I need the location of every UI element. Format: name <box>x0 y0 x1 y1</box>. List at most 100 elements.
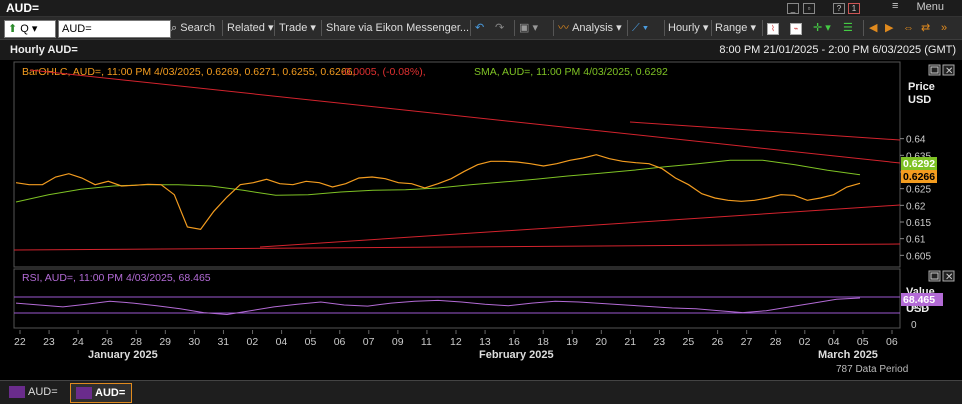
redo-icon[interactable]: ↷ <box>495 20 504 36</box>
month-label-mar: March 2025 <box>818 349 878 361</box>
trade-label: Trade <box>279 22 308 34</box>
price-tick-label: 0.62 <box>906 201 926 212</box>
x-tick-label: 18 <box>537 336 549 348</box>
rsi-panel-maximize-icon[interactable] <box>928 270 941 282</box>
chart-date-range: 8:00 PM 21/01/2025 - 2:00 PM 6/03/2025 (… <box>719 44 956 56</box>
price-tick-label: 0.615 <box>906 218 931 229</box>
price-panel-close-icon[interactable]: ✕ <box>942 64 955 77</box>
chart-icon <box>76 387 92 399</box>
price-tick-label: 0.625 <box>906 185 931 196</box>
x-tick-label: 06 <box>334 336 346 348</box>
month-label-jan: January 2025 <box>88 349 158 361</box>
scroll-right-icon[interactable]: ▶ <box>885 20 893 36</box>
x-tick-label: 28 <box>130 336 142 348</box>
tab-aud-2[interactable]: AUD= <box>70 383 133 403</box>
chart-type-icon[interactable]: ⌇ <box>767 20 779 36</box>
svg-text:✕: ✕ <box>945 66 953 77</box>
rsi-badge: 68.465 <box>901 293 943 306</box>
menu-dots-icon[interactable]: ≡ <box>892 0 898 12</box>
rsi-tick-0: 0 <box>911 320 917 331</box>
data-period-label: 787 Data Period <box>836 364 908 375</box>
chart-header: Hourly AUD= 8:00 PM 21/01/2025 - 2:00 PM… <box>0 40 962 60</box>
x-tick-label: 12 <box>450 336 462 348</box>
svg-text:0.6266: 0.6266 <box>903 171 935 183</box>
x-tick-label: 30 <box>188 336 200 348</box>
x-tick-label: 23 <box>653 336 665 348</box>
rsi-panel-close-icon[interactable]: ✕ <box>942 270 955 283</box>
interval-label: Hourly <box>668 22 700 34</box>
x-tick-label: 02 <box>799 336 811 348</box>
legend-ohlc: BarOHLC, AUD=, 11:00 PM 4/03/2025, 0.626… <box>22 66 355 78</box>
x-tick-label: 24 <box>72 336 84 348</box>
zoom-out-icon[interactable]: ⇄ <box>921 20 930 36</box>
x-tick-label: 26 <box>712 336 724 348</box>
svg-text:✕: ✕ <box>945 272 953 283</box>
tab-label: AUD= <box>28 386 58 398</box>
analysis-icon: 〰 <box>558 22 569 34</box>
x-tick-label: 05 <box>305 336 317 348</box>
x-tick-label: 28 <box>770 336 782 348</box>
legend-rsi: RSI, AUD=, 11:00 PM 4/03/2025, 68.465 <box>22 272 211 284</box>
template-icon[interactable]: ▣ ▾ <box>519 20 538 36</box>
legend-sma: SMA, AUD=, 11:00 PM 4/03/2025, 0.6292 <box>474 66 668 78</box>
instrument-type-dropdown[interactable]: ⬆ Q ▾ <box>4 20 56 38</box>
x-tick-label: 04 <box>828 336 840 348</box>
toolbar: ⬆ Q ▾ AUD= ⌕ Search Related ▾ Trade ▾ Sh… <box>0 17 962 40</box>
x-tick-label: 21 <box>624 336 636 348</box>
help-icon[interactable]: ? <box>833 2 845 14</box>
price-tick-label: 0.605 <box>906 251 931 262</box>
legend-change: -0.0005, (-0.08%), <box>341 66 426 78</box>
menu-button[interactable]: Menu <box>916 1 944 13</box>
instrument-input[interactable]: AUD= <box>58 20 171 38</box>
interval-dropdown[interactable]: Hourly ▾ <box>668 20 708 36</box>
minimize-icon[interactable]: _ <box>787 2 799 14</box>
restore-icon[interactable]: ▫ <box>803 2 815 14</box>
link-icon[interactable]: 1 <box>848 2 860 14</box>
undo-icon[interactable]: ↶ <box>475 20 484 36</box>
x-tick-label: 04 <box>276 336 288 348</box>
last-price-badge: 0.6266 <box>901 170 937 183</box>
legend-icon[interactable]: ☰ <box>843 20 853 36</box>
scroll-left-icon[interactable]: ◀ <box>869 20 877 36</box>
range-dropdown[interactable]: Range ▾ <box>715 20 756 36</box>
search-label: Search <box>180 22 216 34</box>
price-axis-unit: USD <box>908 94 931 106</box>
share-button[interactable]: Share via Eikon Messenger... <box>326 20 469 36</box>
svg-text:0.6292: 0.6292 <box>903 158 935 170</box>
x-tick-label: 13 <box>479 336 491 348</box>
chart-title: Hourly AUD= <box>10 44 78 56</box>
price-axis-title: Price <box>908 81 935 93</box>
x-tick-label: 22 <box>14 336 26 348</box>
compare-icon[interactable]: ⌁ <box>790 20 802 36</box>
more-icon[interactable]: » <box>941 20 947 36</box>
range-label: Range <box>715 22 748 34</box>
workspace-tabs: AUD= AUD= <box>0 380 962 404</box>
title-bar: AUD= _ ▫ ? 1 ≡ Menu <box>0 0 962 17</box>
price-tick-label: 0.61 <box>906 235 926 246</box>
svg-text:68.465: 68.465 <box>903 294 935 306</box>
x-tick-label: 20 <box>595 336 607 348</box>
crosshair-icon[interactable]: ✛ ▾ <box>813 20 831 36</box>
search-button[interactable]: ⌕ Search <box>171 20 215 36</box>
related-dropdown[interactable]: Related ▾ <box>227 20 274 36</box>
x-tick-label: 26 <box>101 336 113 348</box>
chart-area[interactable]: BarOHLC, AUD=, 11:00 PM 4/03/2025, 0.626… <box>0 60 962 380</box>
analysis-label: Analysis <box>572 22 614 34</box>
tab-label: AUD= <box>95 387 126 399</box>
month-label-feb: February 2025 <box>479 349 554 361</box>
analysis-dropdown[interactable]: 〰 Analysis ▾ <box>558 20 622 36</box>
search-icon: ⌕ <box>171 22 178 34</box>
zoom-in-icon[interactable]: ⇔ <box>903 20 914 36</box>
draw-line-icon[interactable]: ⟋ ▾ <box>632 20 648 36</box>
trade-dropdown[interactable]: Trade ▾ <box>279 20 316 36</box>
x-tick-label: 11 <box>421 336 432 348</box>
x-tick-label: 19 <box>566 336 578 348</box>
x-tick-label: 27 <box>741 336 753 348</box>
chart-icon <box>9 386 25 398</box>
price-panel-maximize-icon[interactable] <box>928 64 941 76</box>
x-tick-label: 05 <box>857 336 869 348</box>
x-tick-label: 02 <box>247 336 259 348</box>
x-tick-label: 07 <box>363 336 375 348</box>
tab-aud-1[interactable]: AUD= <box>4 383 64 401</box>
window-title: AUD= <box>6 1 40 15</box>
